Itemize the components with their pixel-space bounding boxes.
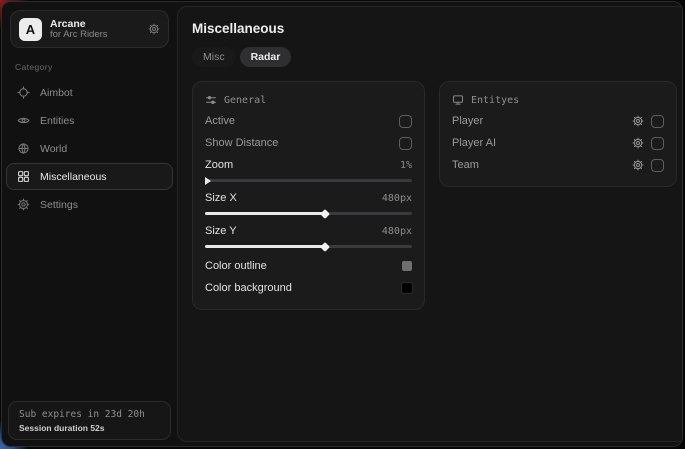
row-team: Team <box>452 154 664 176</box>
checkbox-show-distance[interactable] <box>399 137 412 150</box>
brand-title: Arcane <box>50 18 140 30</box>
sidebar-item-aimbot[interactable]: Aimbot <box>6 79 173 106</box>
slider-thumb[interactable] <box>320 242 330 252</box>
row-player-ai: Player AI <box>452 132 664 154</box>
tab-bar: MiscRadar <box>192 47 677 67</box>
brand-card: A Arcane for Arc Riders <box>10 10 169 48</box>
app-window: A Arcane for Arc Riders Category Aimbot E… <box>1 1 683 447</box>
slider-header: Size X 480px <box>205 189 412 207</box>
row-label: Show Distance <box>205 137 278 149</box>
sidebar-item-label: Entities <box>40 115 74 127</box>
slider-thumb[interactable] <box>320 209 330 219</box>
tab-radar[interactable]: Radar <box>240 47 292 67</box>
slider-track[interactable] <box>205 179 412 182</box>
monitor-icon <box>452 94 464 106</box>
row-label: Color background <box>205 282 292 294</box>
sidebar-nav: Aimbot Entities World Miscellaneous Settings <box>2 76 177 401</box>
entity-settings-icon[interactable] <box>632 159 644 171</box>
panel-header: Entityes <box>452 94 664 106</box>
row-zoom: Zoom 1% <box>205 156 412 182</box>
globe-icon <box>17 142 30 155</box>
sidebar-item-label: Aimbot <box>40 87 73 99</box>
slider-fill <box>205 245 325 248</box>
sidebar-item-entities[interactable]: Entities <box>6 107 173 134</box>
slider-track[interactable] <box>205 245 412 248</box>
row-label: Size X <box>205 192 237 204</box>
slider-header: Zoom 1% <box>205 156 412 174</box>
eye-icon <box>17 114 30 127</box>
panel-title: General <box>224 95 266 106</box>
slider-value: 1% <box>400 160 412 171</box>
panel-general: General Active Show Distance Zoom 1% Size X 48… <box>192 81 425 310</box>
row-label: Player <box>452 115 483 127</box>
row-controls <box>632 159 664 172</box>
row-player: Player <box>452 110 664 132</box>
brand-text: Arcane for Arc Riders <box>50 18 140 41</box>
row-label: Size Y <box>205 225 237 237</box>
slider-header: Size Y 480px <box>205 222 412 240</box>
slider-thumb[interactable] <box>205 177 211 185</box>
sidebar-item-world[interactable]: World <box>6 135 173 162</box>
slider-value: 480px <box>382 193 412 204</box>
row-controls <box>632 137 664 150</box>
row-color-background: Color background <box>205 277 412 299</box>
panel-header: General <box>205 94 412 106</box>
grid-icon <box>17 170 30 183</box>
panel-title: Entityes <box>471 95 519 106</box>
subscription-card: Sub expires in 23d 20h Session duration … <box>8 401 171 440</box>
tab-misc[interactable]: Misc <box>192 47 236 67</box>
sliders-icon <box>205 94 217 106</box>
row-active: Active <box>205 110 412 132</box>
row-color-outline: Color outline <box>205 255 412 277</box>
row-controls <box>399 137 412 150</box>
sidebar-item-label: Settings <box>40 199 78 211</box>
checkbox-player-ai[interactable] <box>651 137 664 150</box>
brand-subtitle: for Arc Riders <box>50 30 140 41</box>
color-swatch-color-background[interactable] <box>402 283 412 293</box>
checkbox-active[interactable] <box>399 115 412 128</box>
checkbox-player[interactable] <box>651 115 664 128</box>
main-panel: Miscellaneous MiscRadar General Active Sho… <box>177 6 683 442</box>
sidebar: A Arcane for Arc Riders Category Aimbot E… <box>2 2 177 446</box>
slider-track[interactable] <box>205 212 412 215</box>
row-label: Color outline <box>205 260 267 272</box>
color-swatch-color-outline[interactable] <box>402 261 412 271</box>
row-controls <box>632 115 664 128</box>
brand-initial: A <box>26 22 35 37</box>
row-size-x: Size X 480px <box>205 189 412 215</box>
page-title: Miscellaneous <box>192 21 677 36</box>
sidebar-item-label: World <box>40 143 67 155</box>
gear-icon <box>17 198 30 211</box>
slider-fill <box>205 212 325 215</box>
entity-settings-icon[interactable] <box>632 115 644 127</box>
row-show-distance: Show Distance <box>205 132 412 154</box>
row-size-y: Size Y 480px <box>205 222 412 248</box>
row-label: Zoom <box>205 159 233 171</box>
sidebar-item-settings[interactable]: Settings <box>6 191 173 218</box>
entity-settings-icon[interactable] <box>632 137 644 149</box>
sidebar-item-miscellaneous[interactable]: Miscellaneous <box>6 163 173 190</box>
row-controls <box>399 115 412 128</box>
panel-entityes: Entityes Player Player AI Team <box>439 81 677 187</box>
session-duration-text: Session duration 52s <box>19 423 160 433</box>
row-label: Player AI <box>452 137 496 149</box>
brand-logo: A <box>19 18 42 41</box>
sidebar-item-label: Miscellaneous <box>40 171 107 183</box>
panels-container: General Active Show Distance Zoom 1% Size X 48… <box>192 81 677 310</box>
category-label: Category <box>15 62 177 72</box>
checkbox-team[interactable] <box>651 159 664 172</box>
brand-settings-icon[interactable] <box>148 23 160 35</box>
crosshair-icon <box>17 86 30 99</box>
row-label: Team <box>452 159 479 171</box>
slider-value: 480px <box>382 226 412 237</box>
sub-expires-text: Sub expires in 23d 20h <box>19 409 160 420</box>
row-label: Active <box>205 115 235 127</box>
